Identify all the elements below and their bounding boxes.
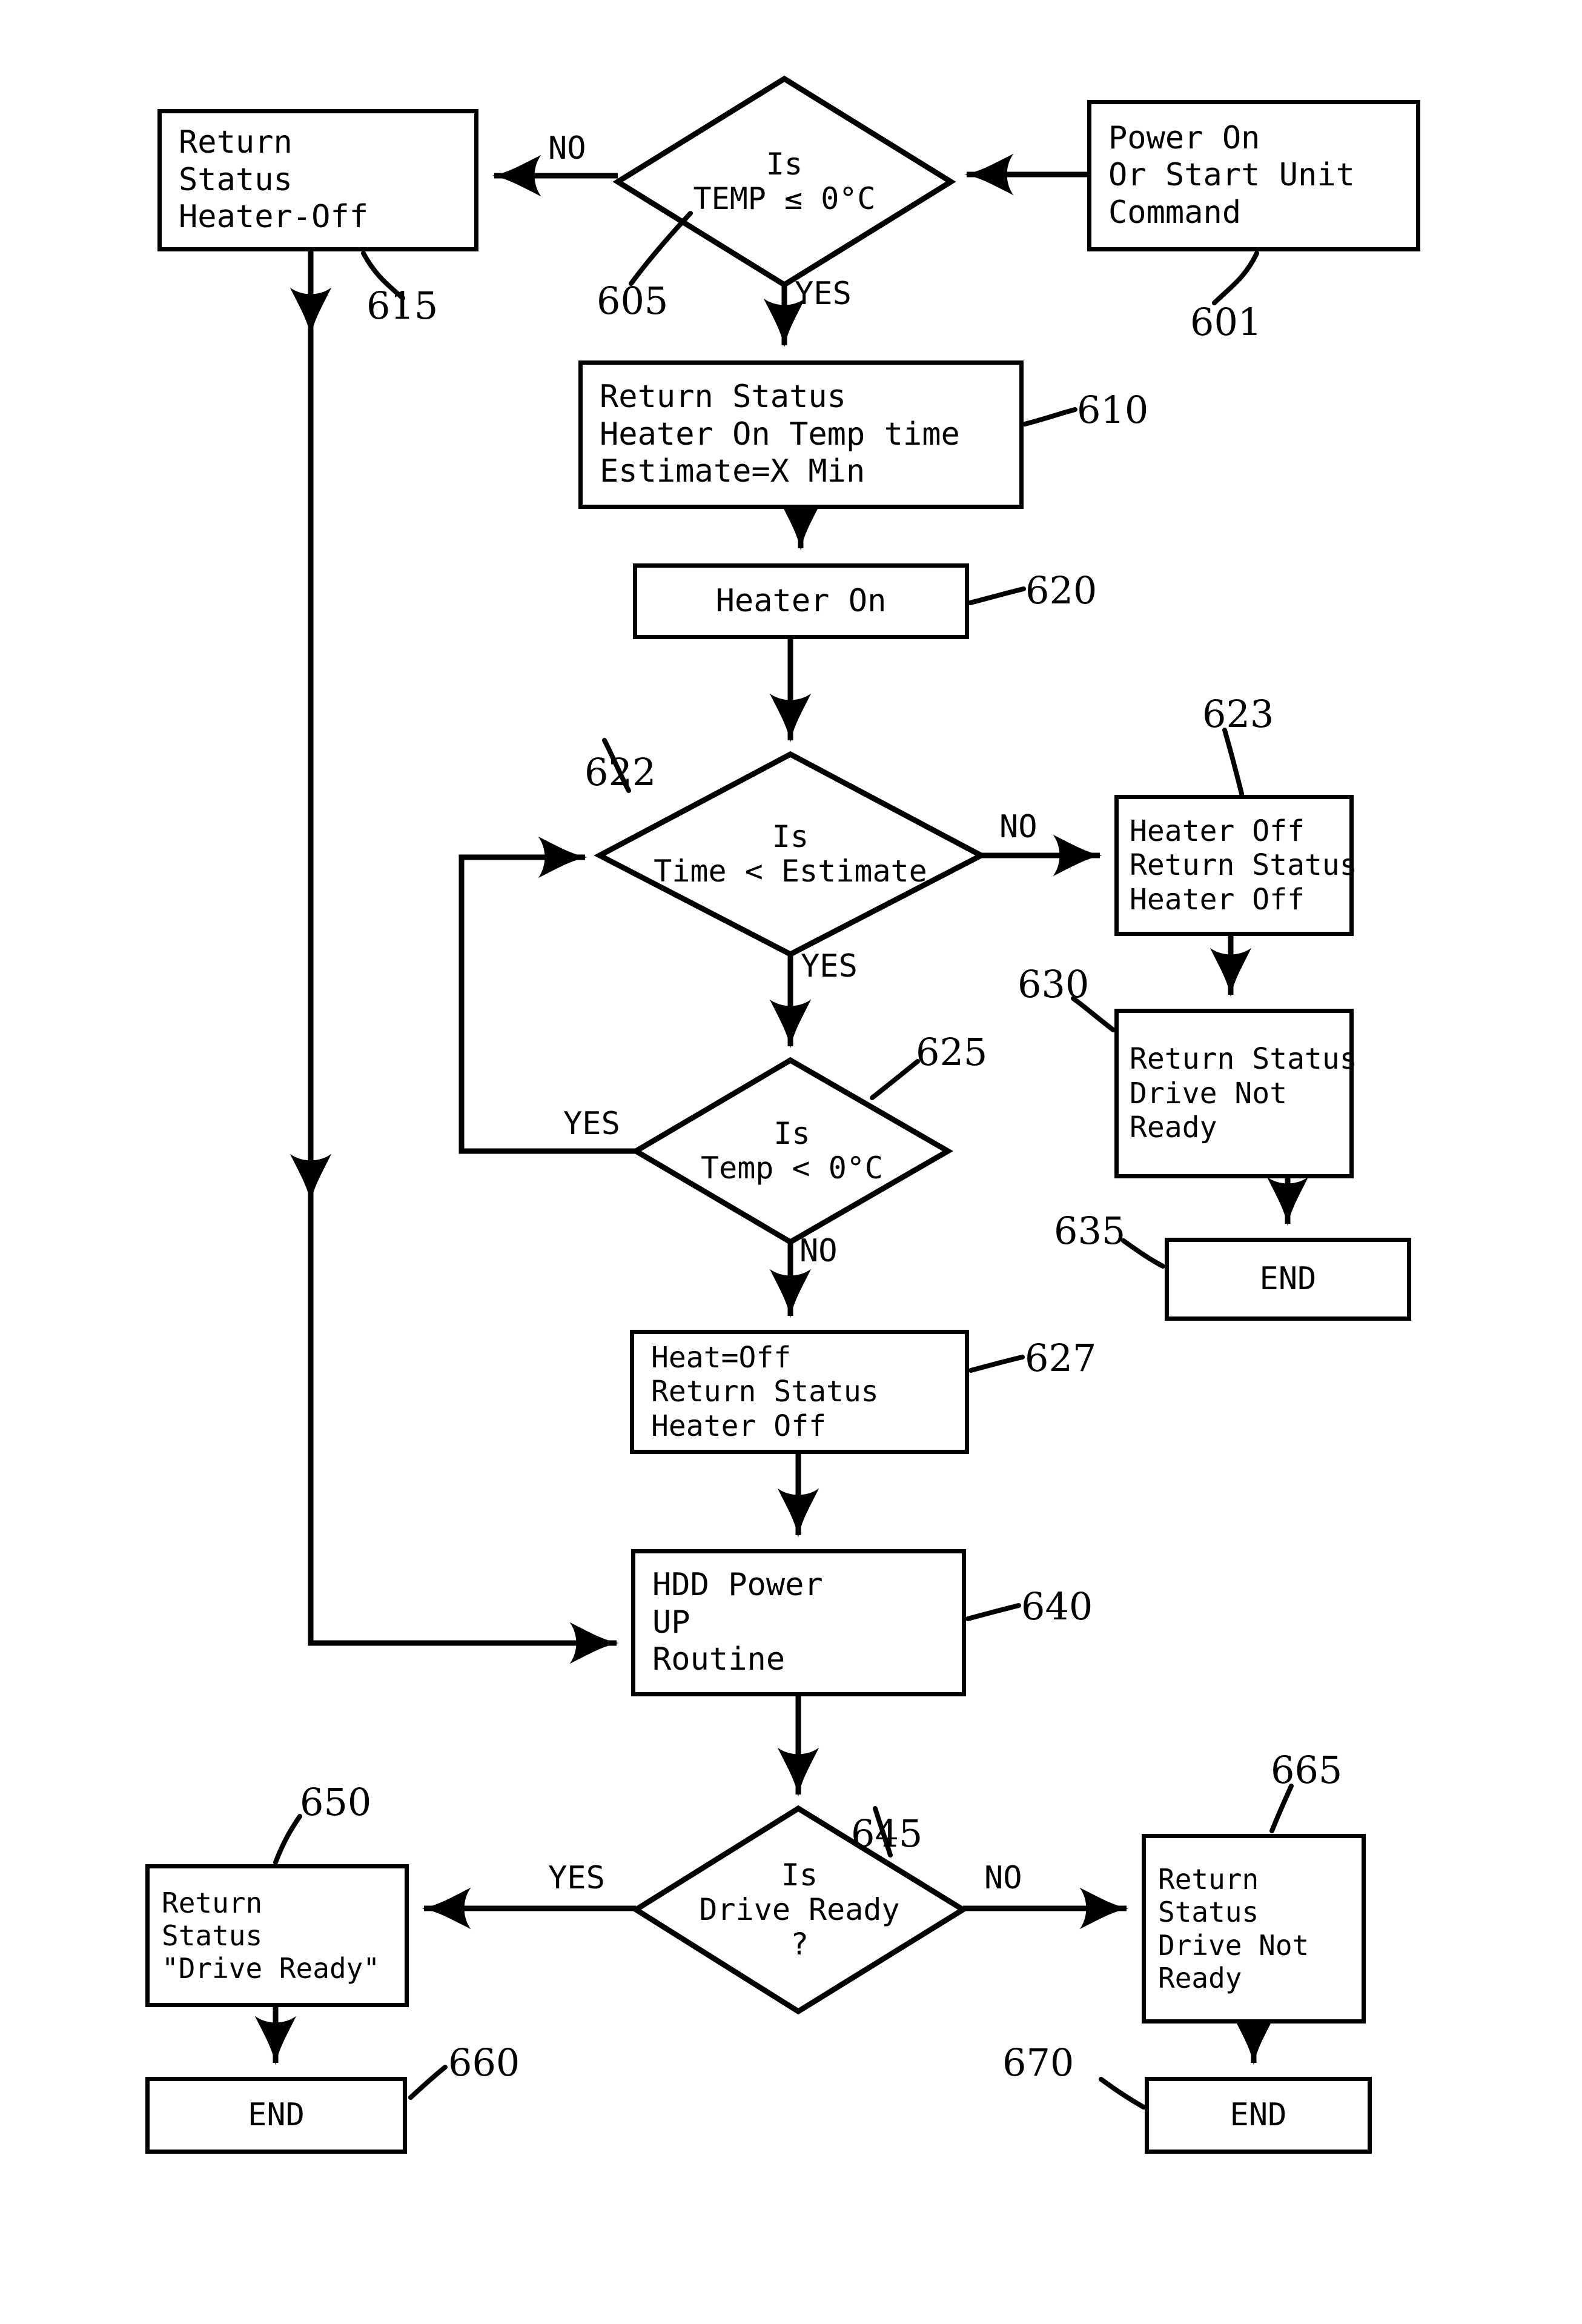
- leader-620: [968, 586, 1026, 605]
- node-615-return-status-heater-off: Return Status Heater-Off: [157, 109, 478, 251]
- node-635-text: END: [1259, 1260, 1317, 1297]
- node-627-text: Heat=Off Return Status Heater Off: [651, 1340, 879, 1443]
- leader-627: [968, 1355, 1025, 1373]
- node-625-line1: Is: [773, 1116, 810, 1151]
- ref-605: 605: [597, 279, 669, 323]
- figure-canvas: Power On Or Start Unit Command 601 Is TE…: [0, 0, 1582, 2324]
- node-635-end: END: [1165, 1238, 1411, 1321]
- node-645-line3: ?: [790, 1927, 809, 1962]
- leader-610: [1022, 407, 1077, 427]
- node-625-text: Is Temp < 0°C: [636, 1060, 948, 1242]
- node-623-text: Heater Off Return Status Heater Off: [1130, 814, 1357, 917]
- node-622-is-time-lt-estimate: Is Time < Estimate: [600, 754, 981, 954]
- ref-670: 670: [1002, 2040, 1074, 2085]
- node-615-text: Return Status Heater-Off: [179, 124, 369, 236]
- node-610-return-status-estimate: Return Status Heater On Temp time Estima…: [578, 360, 1024, 509]
- node-605-line1: Is: [766, 147, 803, 182]
- node-601-text: Power On Or Start Unit Command: [1108, 119, 1355, 231]
- node-601-power-on: Power On Or Start Unit Command: [1087, 100, 1420, 251]
- node-630-text: Return Status Drive Not Ready: [1130, 1042, 1357, 1145]
- node-660-text: END: [248, 2096, 305, 2133]
- node-622-line2: Time < Estimate: [654, 854, 927, 889]
- ref-650: 650: [300, 1780, 372, 1824]
- ref-635: 635: [1054, 1209, 1126, 1253]
- node-605-is-temp-le-zero: Is TEMP ≤ 0°C: [618, 79, 951, 285]
- node-605-text: Is TEMP ≤ 0°C: [618, 79, 951, 285]
- leader-650: [273, 1814, 302, 1865]
- node-665-text: Return Status Drive Not Ready: [1158, 1862, 1309, 1994]
- ref-601: 601: [1190, 300, 1262, 344]
- edge-label-625-no: NO: [799, 1233, 838, 1269]
- node-625-line2: Temp < 0°C: [700, 1150, 884, 1186]
- leader-640: [965, 1603, 1021, 1621]
- edge-label-625-yes: YES: [563, 1106, 620, 1142]
- ref-645: 645: [851, 1811, 923, 1856]
- edge-label-605-yes: YES: [795, 276, 852, 312]
- ref-660: 660: [448, 2040, 520, 2085]
- node-665-return-status-drive-not-ready: Return Status Drive Not Ready: [1142, 1834, 1366, 2024]
- node-622-text: Is Time < Estimate: [600, 754, 981, 954]
- ref-665: 665: [1271, 1748, 1343, 1792]
- ref-640: 640: [1021, 1584, 1093, 1628]
- edge-label-605-no: NO: [548, 130, 586, 167]
- leader-601: [1212, 251, 1259, 305]
- ref-622: 622: [584, 750, 657, 794]
- ref-615: 615: [366, 284, 439, 328]
- node-625-is-temp-lt-zero: Is Temp < 0°C: [636, 1060, 948, 1242]
- node-650-return-status-drive-ready: Return Status "Drive Ready": [145, 1864, 409, 2007]
- node-630-return-status-drive-not-ready: Return Status Drive Not Ready: [1114, 1009, 1357, 1178]
- node-670-text: END: [1230, 2096, 1287, 2133]
- edge-label-645-no: NO: [984, 1860, 1022, 1896]
- leader-670: [1099, 2077, 1146, 2110]
- node-645-line2: Drive Ready: [699, 1892, 900, 1927]
- ref-630: 630: [1018, 962, 1090, 1006]
- node-622-line1: Is: [772, 819, 809, 854]
- node-670-end: END: [1145, 2077, 1372, 2154]
- leader-623: [1222, 728, 1244, 796]
- ref-625: 625: [916, 1030, 988, 1074]
- node-640-text: HDD Power UP Routine: [652, 1567, 823, 1678]
- node-605-line2: TEMP ≤ 0°C: [693, 181, 876, 216]
- leader-665: [1269, 1784, 1294, 1833]
- node-620-text: Heater On: [715, 582, 887, 619]
- node-650-text: Return Status "Drive Ready": [162, 1886, 380, 1985]
- edge-label-622-no: NO: [999, 809, 1038, 845]
- node-645-line1: Is: [781, 1858, 818, 1893]
- ref-610: 610: [1077, 388, 1149, 432]
- edge-label-645-yes: YES: [548, 1860, 605, 1896]
- leader-660: [408, 2065, 448, 2100]
- leader-635: [1121, 1238, 1165, 1269]
- node-620-heater-on: Heater On: [633, 563, 969, 639]
- ref-620: 620: [1025, 568, 1097, 613]
- node-610-text: Return Status Heater On Temp time Estima…: [600, 379, 960, 490]
- node-623-heater-off-return-status: Heater Off Return Status Heater Off: [1114, 795, 1357, 936]
- node-627-heat-off-return-status: Heat=Off Return Status Heater Off: [630, 1330, 969, 1454]
- edge-label-622-yes: YES: [801, 948, 858, 984]
- node-640-hdd-power-up-routine: HDD Power UP Routine: [631, 1549, 966, 1696]
- ref-627: 627: [1025, 1336, 1097, 1380]
- node-660-end: END: [145, 2077, 407, 2154]
- ref-623: 623: [1202, 692, 1274, 736]
